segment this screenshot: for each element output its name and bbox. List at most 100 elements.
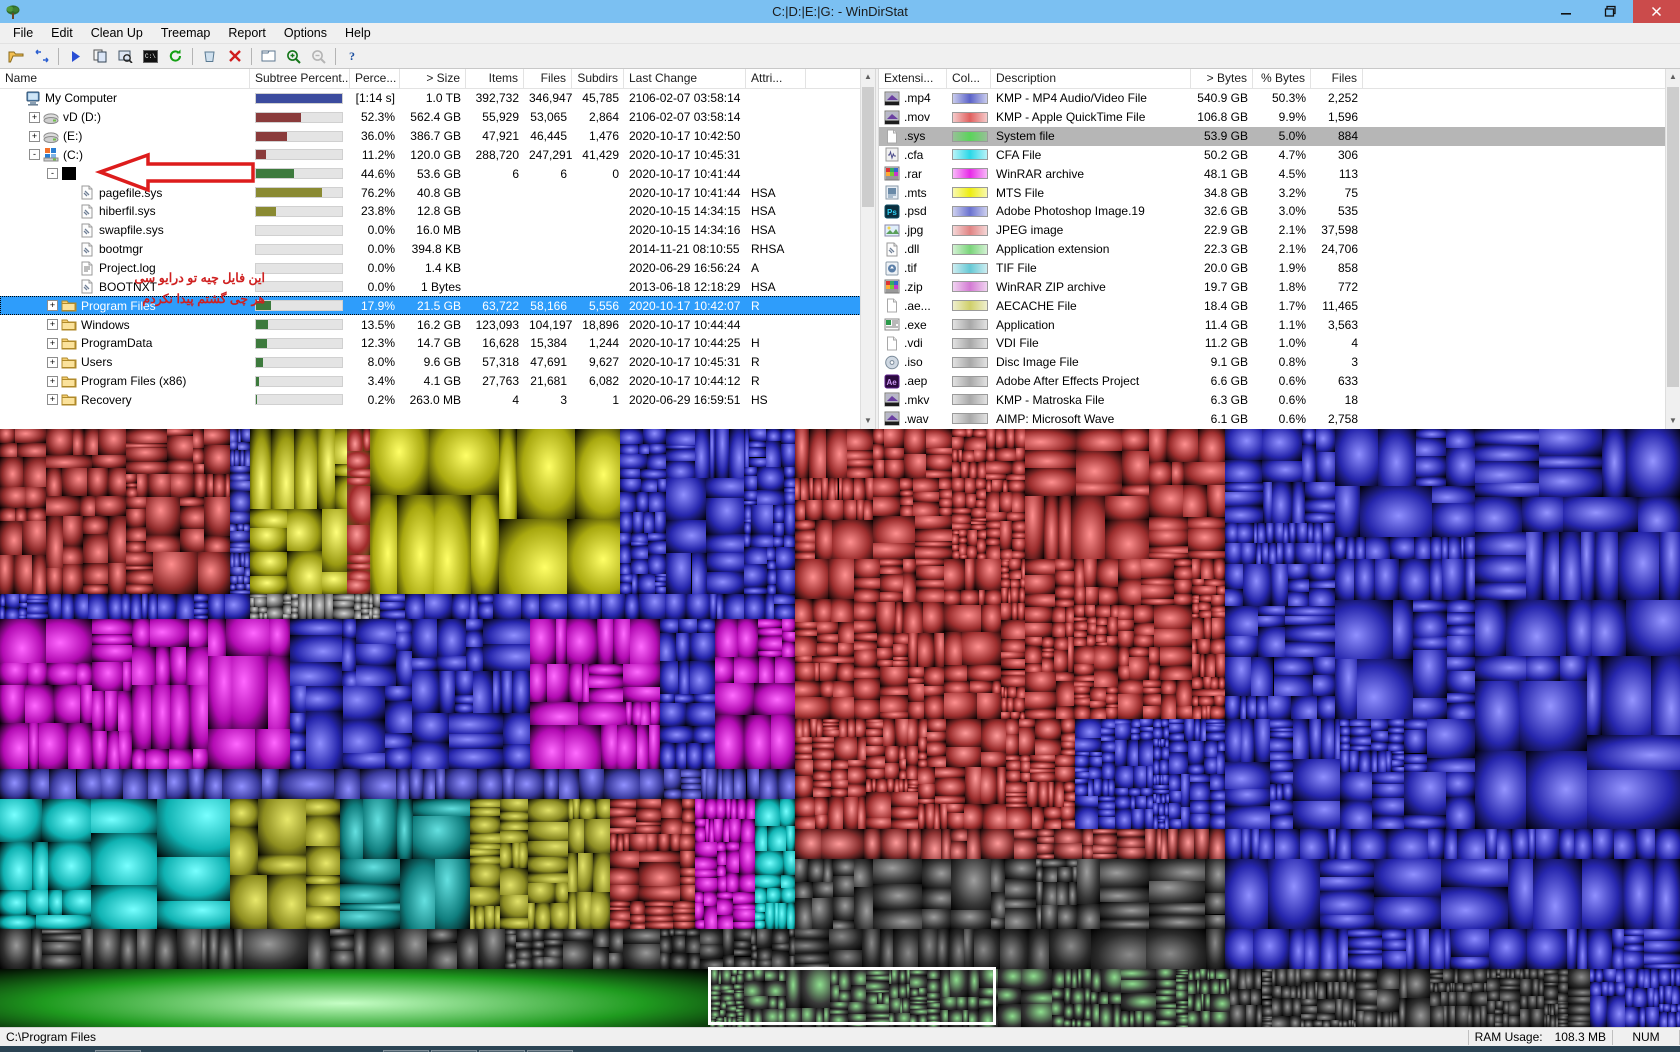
- treemap-tile[interactable]: [775, 569, 795, 594]
- treemap-tile[interactable]: [499, 918, 528, 929]
- treemap-tile[interactable]: [636, 808, 662, 822]
- treemap-tile[interactable]: [1020, 969, 1052, 991]
- treemap-tile[interactable]: [682, 799, 695, 809]
- treemap-tile[interactable]: [189, 619, 208, 647]
- treemap-tile[interactable]: [91, 661, 123, 691]
- treemap-tile[interactable]: [815, 796, 828, 815]
- treemap-tile[interactable]: [1355, 1004, 1377, 1011]
- treemap-tile[interactable]: [270, 429, 295, 509]
- treemap-tile[interactable]: [1449, 537, 1461, 560]
- treemap-tile[interactable]: [0, 663, 29, 686]
- treemap-tile[interactable]: [902, 572, 916, 603]
- treemap-tile[interactable]: [0, 890, 26, 916]
- treemap-tile[interactable]: [935, 767, 965, 778]
- treemap-tile[interactable]: [610, 834, 618, 851]
- table-row[interactable]: .zip WinRAR ZIP archive 19.7 GB 1.8% 772: [879, 277, 1680, 296]
- treemap-tile[interactable]: [716, 851, 727, 865]
- treemap-tile[interactable]: [933, 804, 941, 829]
- treemap-tile[interactable]: [980, 767, 998, 805]
- treemap-tile[interactable]: [795, 429, 809, 479]
- treemap-tile[interactable]: [679, 877, 695, 886]
- treemap-tile[interactable]: [1446, 692, 1475, 703]
- treemap-tile[interactable]: [1012, 550, 1025, 559]
- treemap-tile[interactable]: [877, 632, 893, 649]
- treemap-tile[interactable]: [122, 594, 131, 619]
- treemap-tile[interactable]: [1177, 829, 1194, 859]
- treemap-tile[interactable]: [795, 829, 821, 859]
- treemap-tile[interactable]: [566, 519, 620, 594]
- treemap-tile[interactable]: [1140, 584, 1175, 600]
- treemap-tile[interactable]: [964, 767, 981, 805]
- treemap-tile[interactable]: [1623, 944, 1645, 951]
- treemap-tile[interactable]: [755, 826, 768, 851]
- treemap-tile[interactable]: [436, 619, 466, 657]
- treemap-tile[interactable]: [639, 469, 667, 480]
- treemap-tile[interactable]: [892, 929, 918, 969]
- treemap-tile[interactable]: [950, 909, 992, 929]
- treemap-tile[interactable]: [620, 443, 638, 455]
- treemap-tile[interactable]: [1528, 829, 1537, 859]
- treemap-tile[interactable]: [1342, 998, 1352, 1020]
- treemap-tile[interactable]: [567, 594, 589, 619]
- treemap-tile[interactable]: [672, 936, 685, 954]
- treemap-tile[interactable]: [146, 748, 170, 769]
- tree-vertical-scrollbar[interactable]: ▲ ▼: [860, 69, 875, 429]
- treemap-tile[interactable]: [1270, 760, 1294, 773]
- treemap-tile[interactable]: [1357, 658, 1414, 719]
- treemap-tile[interactable]: [1430, 1005, 1444, 1027]
- treemap-tile[interactable]: [1486, 1001, 1495, 1014]
- treemap-tile[interactable]: [609, 929, 623, 954]
- treemap-tile[interactable]: [1020, 1004, 1052, 1027]
- treemap-tile[interactable]: [470, 855, 500, 864]
- treemap-tile[interactable]: [499, 829, 528, 844]
- treemap-tile[interactable]: [733, 929, 752, 942]
- treemap-tile[interactable]: [502, 712, 530, 744]
- treemap-tile[interactable]: [855, 499, 864, 521]
- treemap-tile[interactable]: [230, 490, 250, 513]
- treemap-tile[interactable]: [924, 695, 944, 719]
- treemap-tile[interactable]: [576, 892, 591, 929]
- menu-options[interactable]: Options: [275, 24, 336, 42]
- treemap-tile[interactable]: [1237, 969, 1247, 990]
- treemap-tile[interactable]: [1025, 646, 1042, 664]
- treemap-tile[interactable]: [556, 619, 568, 664]
- treemap-tile[interactable]: [32, 555, 46, 594]
- treemap-tile[interactable]: [477, 594, 493, 604]
- treemap-tile[interactable]: [1006, 719, 1019, 735]
- extension-vertical-scrollbar[interactable]: ▲ ▼: [1665, 69, 1680, 429]
- treemap-tile[interactable]: [723, 594, 745, 619]
- treemap-tile[interactable]: [0, 442, 18, 458]
- treemap-tile[interactable]: [1335, 829, 1352, 859]
- treemap-tile[interactable]: [1340, 771, 1373, 802]
- treemap-tile[interactable]: [1304, 929, 1321, 969]
- treemap-tile[interactable]: [125, 473, 138, 483]
- treemap-tile[interactable]: [1486, 1013, 1495, 1027]
- treemap-tile[interactable]: [1006, 807, 1033, 829]
- treemap-tile[interactable]: [1210, 790, 1225, 800]
- treemap-tile[interactable]: [1193, 993, 1202, 1011]
- treemap-tile[interactable]: [1225, 788, 1271, 807]
- treemap-tile[interactable]: [795, 628, 817, 636]
- treemap-tile[interactable]: [1191, 603, 1199, 614]
- treemap-tile[interactable]: [1464, 559, 1475, 601]
- treemap-tile[interactable]: [1253, 719, 1271, 762]
- treemap-tile[interactable]: [1095, 605, 1111, 617]
- treemap-tile[interactable]: [837, 663, 854, 681]
- treemap-tile[interactable]: [1611, 947, 1624, 969]
- treemap-tile[interactable]: [1644, 929, 1680, 942]
- treemap-tile[interactable]: [1064, 623, 1075, 637]
- treemap-tile[interactable]: [781, 619, 795, 632]
- treemap-tile[interactable]: [1063, 1004, 1074, 1019]
- treemap-tile[interactable]: [1054, 599, 1075, 607]
- treemap-tile[interactable]: [736, 799, 746, 820]
- treemap-tile[interactable]: [935, 778, 965, 797]
- treemap-tile[interactable]: [207, 594, 226, 619]
- treemap-tile[interactable]: [1012, 520, 1025, 532]
- treemap-tile[interactable]: [967, 665, 1001, 682]
- treemap-tile[interactable]: [880, 711, 908, 719]
- treemap-tile[interactable]: [1210, 814, 1225, 829]
- treemap-tile[interactable]: [197, 551, 230, 594]
- treemap-tile[interactable]: [908, 632, 918, 667]
- treemap-tile[interactable]: [985, 461, 1012, 475]
- treemap-tile[interactable]: [781, 631, 795, 643]
